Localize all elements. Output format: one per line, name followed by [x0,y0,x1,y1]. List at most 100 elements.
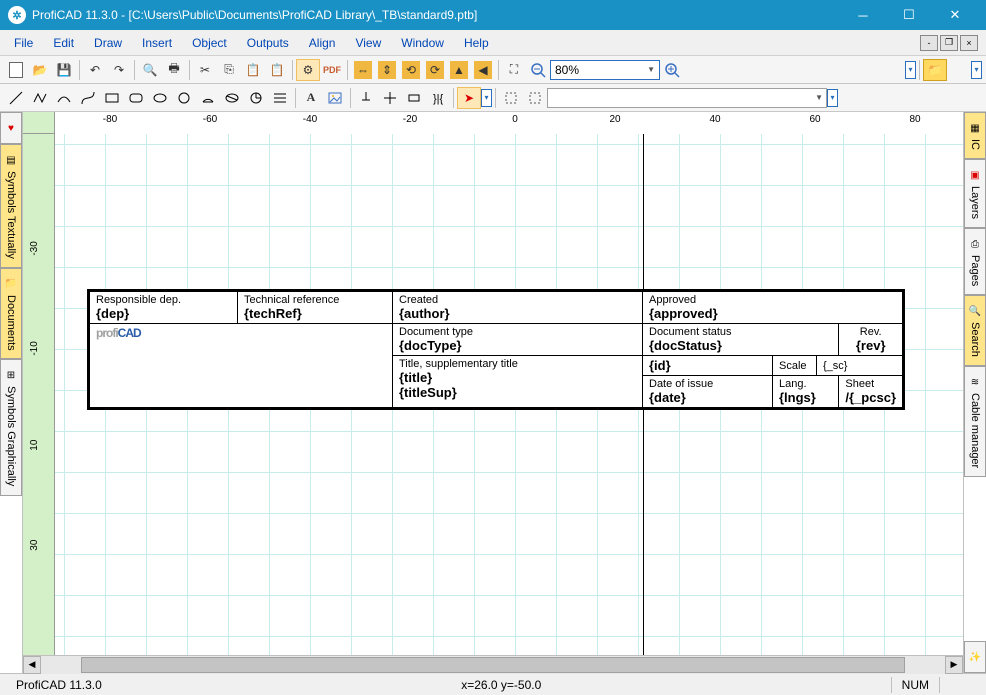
polyline-tool[interactable] [28,87,52,109]
open-button[interactable]: 📂 [28,59,52,81]
ic-tab[interactable]: ▦IC [964,112,986,159]
menu-view[interactable]: View [345,32,391,54]
zoom-out-button[interactable] [526,59,550,81]
image-tool[interactable] [323,87,347,109]
cable-manager-tab[interactable]: ≋Cable manager [964,366,986,477]
copy-button[interactable]: ⎘ [217,59,241,81]
draw-dropdown-2[interactable]: ▾ [827,89,838,107]
menu-object[interactable]: Object [182,32,237,54]
arc-tool[interactable] [196,87,220,109]
mdi-minimize[interactable]: - [920,35,938,51]
scroll-right-button[interactable]: ▶ [945,656,963,674]
created-label: Created [399,294,636,306]
symbols-graphically-tab[interactable]: ⊞Symbols Graphically [0,359,22,495]
paste-button[interactable]: 📋 [241,59,265,81]
toolbar-main: 📂 💾 ↶ ↷ 🔍 🖶 ✂ ⎘ 📋 📋 ⚙ PDF ⇔ ⇕ ⟲ ⟳ ▲ ◀ ⛶ … [0,56,986,84]
rotate-left-button[interactable]: ⟲ [399,59,423,81]
layer-combo[interactable]: ▼ [547,88,827,108]
bezier-tool[interactable] [76,87,100,109]
mirror-h-button[interactable]: ▲ [447,59,471,81]
close-button[interactable]: ✕ [932,0,978,30]
scrollbar-horizontal[interactable]: ◀ ▶ [23,655,963,673]
rotate-right-button[interactable]: ⟳ [423,59,447,81]
tech-ref-value: {techRef} [244,306,386,321]
app-icon: ✲ [8,6,26,24]
window-title: ProfiCAD 11.3.0 - [C:\Users\Public\Docum… [32,8,840,22]
snap-tool[interactable] [499,87,523,109]
menu-draw[interactable]: Draw [84,32,132,54]
export-pdf-button[interactable]: PDF [320,59,344,81]
mirror-v-button[interactable]: ◀ [471,59,495,81]
mdi-close[interactable]: × [960,35,978,51]
wand-icon: ✨ [968,650,982,664]
menu-edit[interactable]: Edit [43,32,84,54]
toolbar-draw: A }|{ ➤ ▾ ▼ ▾ [0,84,986,112]
ruler-corner [23,112,55,134]
grid-tool[interactable] [523,87,547,109]
menu-align[interactable]: Align [299,32,346,54]
rectangle-tool[interactable] [100,87,124,109]
id-value: {id} [649,358,766,373]
date-value: {date} [649,390,766,405]
menu-help[interactable]: Help [454,32,499,54]
chord-tool[interactable] [220,87,244,109]
minimize-button[interactable]: ─ [840,0,886,30]
zoom-in-button[interactable] [660,59,684,81]
line-tool[interactable] [4,87,28,109]
resistor-tool[interactable] [402,87,426,109]
undo-button[interactable]: ↶ [83,59,107,81]
print-preview-button[interactable]: 🔍 [138,59,162,81]
menu-window[interactable]: Window [391,32,454,54]
zoom-window-button[interactable]: ⛶ [502,59,526,81]
search-tab[interactable]: 🔍Search [964,295,986,366]
lang-label: Lang. [779,378,832,390]
draw-dropdown[interactable]: ▾ [481,89,492,107]
circle-tool[interactable] [172,87,196,109]
rounded-rect-tool[interactable] [124,87,148,109]
paste-special-button[interactable]: 📋 [265,59,289,81]
scroll-track[interactable] [41,656,945,674]
save-button[interactable]: 💾 [52,59,76,81]
menu-file[interactable]: File [4,32,43,54]
mdi-restore[interactable]: ❐ [940,35,958,51]
scroll-thumb[interactable] [81,657,905,673]
ellipse-tool[interactable] [148,87,172,109]
toolbar-dropdown-1[interactable]: ▾ [905,61,916,79]
title-block[interactable]: Responsible dep. {dep} Technical referen… [87,289,905,410]
menu-outputs[interactable]: Outputs [237,32,299,54]
symbols-textually-tab[interactable]: ▤Symbols Textually [0,144,22,268]
folder-tree-button[interactable] [947,59,971,81]
text-tool[interactable]: A [299,87,323,109]
maximize-button[interactable]: ☐ [886,0,932,30]
folder-button[interactable]: 📁 [923,59,947,81]
favorites-tab[interactable]: ♥ [0,112,22,144]
cross-tool[interactable] [378,87,402,109]
layers-tab[interactable]: ▣Layers [964,159,986,228]
docstatus-label: Document status [649,326,832,338]
redo-button[interactable]: ↷ [107,59,131,81]
flip-v-button[interactable]: ⇕ [375,59,399,81]
titlebar: ✲ ProfiCAD 11.3.0 - [C:\Users\Public\Doc… [0,0,986,30]
ruler-vertical: -30 -10 10 30 [23,134,55,655]
coil-tool[interactable]: }|{ [426,87,450,109]
cut-button[interactable]: ✂ [193,59,217,81]
curve-tool[interactable] [52,87,76,109]
toolbar-dropdown-2[interactable]: ▾ [971,61,982,79]
select-tool[interactable]: ➤ [457,87,481,109]
settings-button[interactable]: ⚙ [296,59,320,81]
zoom-combo[interactable]: 80%▼ [550,60,660,80]
documents-tab[interactable]: 📁Documents [0,268,22,360]
menu-insert[interactable]: Insert [132,32,182,54]
scroll-left-button[interactable]: ◀ [23,656,41,674]
binoculars-icon: 🔍 [968,304,982,318]
polygon-tool[interactable] [268,87,292,109]
rev-value: {rev} [845,338,896,353]
new-button[interactable] [4,59,28,81]
outlet-tool[interactable] [354,87,378,109]
pages-tab[interactable]: ⎙Pages [964,228,986,295]
misc-tab[interactable]: ✨ [964,641,986,673]
pie-tool[interactable] [244,87,268,109]
flip-h-button[interactable]: ⇔ [351,59,375,81]
drawing-canvas[interactable]: Responsible dep. {dep} Technical referen… [55,134,963,655]
print-button[interactable]: 🖶 [162,59,186,81]
